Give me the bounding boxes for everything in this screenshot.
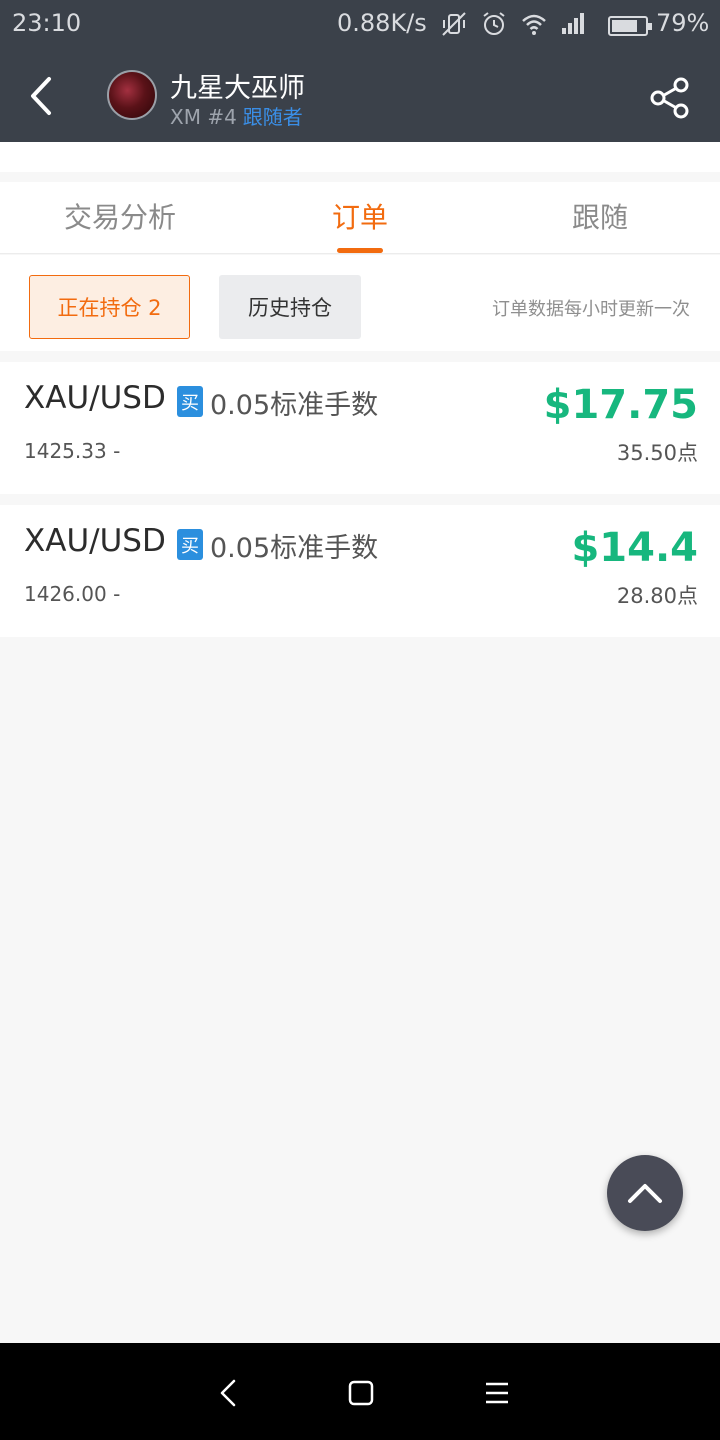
status-net-speed: 0.88K/s [337, 9, 427, 37]
order-points: 28.80点 [616, 584, 698, 608]
history-positions-button[interactable]: 历史持仓 [219, 275, 361, 339]
status-bar: 23:10 0.88K/s 79% [0, 0, 720, 50]
order-lots: 0.05标准手数 [210, 390, 379, 421]
battery-percent: 79% [656, 9, 710, 37]
top-nav: 九星大巫师 XM #4 跟随者 [0, 50, 720, 142]
system-nav-bar [0, 1343, 720, 1440]
order-row[interactable]: XAU/USD 买 0.05标准手数 1426.00 - $14.4 28.80… [0, 505, 720, 637]
user-name: 九星大巫师 [170, 73, 305, 104]
battery: 79% [608, 9, 710, 40]
order-points: 35.50点 [616, 441, 698, 465]
tab-orders[interactable]: 订单 [240, 182, 480, 254]
order-profit: $14.4 [571, 525, 698, 571]
position-filter-row: 正在持仓 2 历史持仓 订单数据每小时更新一次 [0, 255, 720, 351]
battery-icon [608, 16, 652, 36]
status-time: 23:10 [12, 9, 82, 37]
share-icon [650, 77, 689, 119]
back-button[interactable] [18, 72, 66, 120]
battery-level [612, 20, 637, 32]
vibrate-off-icon [442, 12, 466, 36]
chevron-left-icon [31, 77, 51, 115]
order-symbol: XAU/USD [24, 523, 166, 559]
signal-icon [562, 13, 584, 34]
header-spacer [0, 142, 720, 172]
system-menu-icon [486, 1382, 508, 1404]
chevron-up-icon [628, 1184, 662, 1203]
system-home-icon [348, 1380, 374, 1406]
active-tab-indicator [337, 248, 383, 253]
order-open-price: 1426.00 - [24, 582, 121, 606]
alarm-icon [483, 12, 505, 35]
open-positions-button[interactable]: 正在持仓 2 [29, 275, 190, 339]
buy-badge: 买 [177, 529, 203, 560]
avatar[interactable] [107, 70, 157, 120]
buy-badge: 买 [177, 386, 203, 417]
broker-rank: XM #4 [170, 105, 237, 129]
share-button[interactable] [646, 74, 694, 122]
order-open-price: 1425.33 - [24, 439, 121, 463]
system-menu-button[interactable] [477, 1373, 517, 1413]
app-header: 23:10 0.88K/s 79% 九星大巫师 XM #4 跟随者 [0, 0, 720, 142]
scroll-to-top-button[interactable] [607, 1155, 683, 1231]
system-back-button[interactable] [208, 1373, 248, 1413]
system-back-icon [220, 1379, 236, 1407]
update-note: 订单数据每小时更新一次 [492, 299, 690, 320]
wifi-icon [522, 14, 546, 35]
tab-trade-analysis[interactable]: 交易分析 [0, 182, 240, 254]
system-home-button[interactable] [341, 1373, 381, 1413]
status-icons [440, 9, 588, 39]
order-lots: 0.05标准手数 [210, 533, 379, 564]
order-symbol: XAU/USD [24, 380, 166, 416]
order-row[interactable]: XAU/USD 买 0.05标准手数 1425.33 - $17.75 35.5… [0, 362, 720, 494]
tab-bar: 交易分析 订单 跟随 [0, 182, 720, 254]
user-subtitle: XM #4 跟随者 [170, 101, 303, 130]
tab-follow[interactable]: 跟随 [480, 182, 720, 254]
order-profit: $17.75 [543, 382, 698, 428]
user-role-link[interactable]: 跟随者 [243, 105, 303, 129]
